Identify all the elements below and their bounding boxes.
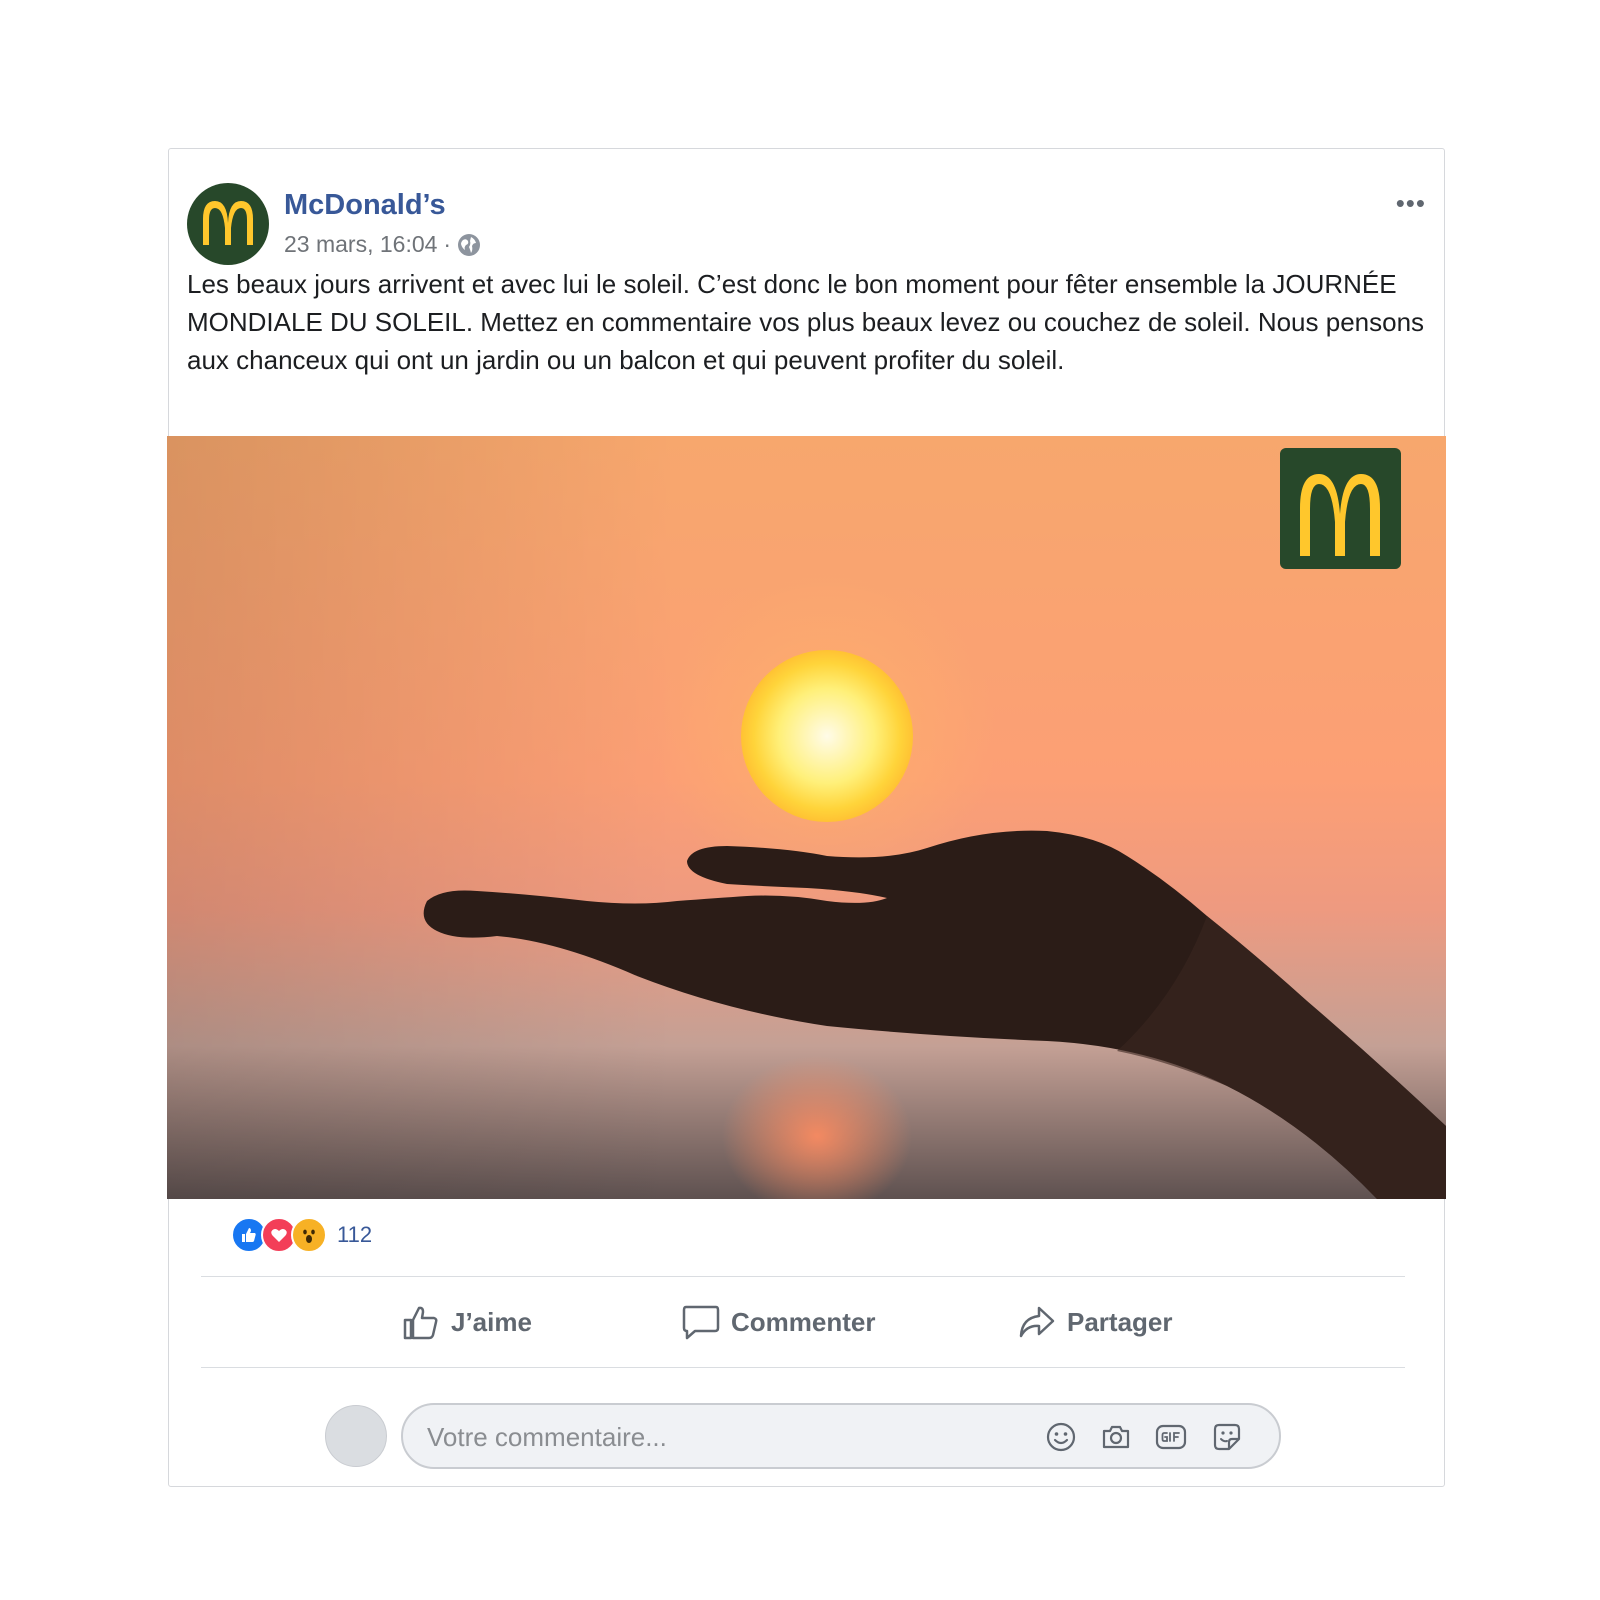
share-arrow-icon bbox=[1019, 1306, 1055, 1338]
gif-icon[interactable] bbox=[1153, 1419, 1189, 1455]
comment-label: Commenter bbox=[731, 1306, 876, 1337]
page-name[interactable]: McDonald’s bbox=[284, 189, 446, 222]
comment-box[interactable] bbox=[401, 1403, 1281, 1469]
share-label: Partager bbox=[1067, 1306, 1173, 1337]
globe-icon[interactable] bbox=[457, 233, 481, 257]
thumbs-up-icon bbox=[403, 1306, 438, 1340]
share-button[interactable]: Partager bbox=[1017, 1277, 1173, 1367]
wow-icon bbox=[291, 1217, 327, 1253]
comment-composer bbox=[325, 1403, 1281, 1469]
post-card: McDonald’s 23 mars, 16:04 · ••• Les beau… bbox=[167, 148, 1446, 1487]
mcdonalds-logo-icon bbox=[203, 201, 253, 245]
reactions-summary[interactable]: 112 bbox=[231, 1217, 372, 1253]
like-button[interactable]: J’aime bbox=[401, 1277, 532, 1367]
meta-separator: · bbox=[443, 231, 452, 257]
post-text: Les beaux jours arrivent et avec lui le … bbox=[187, 269, 1425, 375]
sticker-icon[interactable] bbox=[1209, 1419, 1245, 1455]
like-label: J’aime bbox=[451, 1306, 532, 1337]
divider-bottom bbox=[201, 1367, 1405, 1368]
post-actions: J’aime Commenter Partager bbox=[201, 1277, 1405, 1367]
camera-icon[interactable] bbox=[1098, 1419, 1134, 1455]
post-meta: 23 mars, 16:04 · bbox=[284, 231, 481, 258]
more-options-button[interactable]: ••• bbox=[1396, 190, 1426, 216]
reactions-count[interactable]: 112 bbox=[337, 1222, 372, 1248]
post-photo[interactable] bbox=[167, 436, 1446, 1199]
comment-input[interactable] bbox=[425, 1417, 1009, 1457]
commenter-avatar bbox=[325, 1405, 387, 1467]
timestamp[interactable]: 23 mars, 16:04 bbox=[284, 231, 437, 258]
comment-button[interactable]: Commenter bbox=[681, 1277, 875, 1367]
page-avatar[interactable] bbox=[187, 183, 269, 265]
sunset-hand-photo bbox=[167, 436, 1446, 1199]
emoji-icon[interactable] bbox=[1043, 1419, 1079, 1455]
speech-bubble-icon bbox=[682, 1305, 720, 1340]
